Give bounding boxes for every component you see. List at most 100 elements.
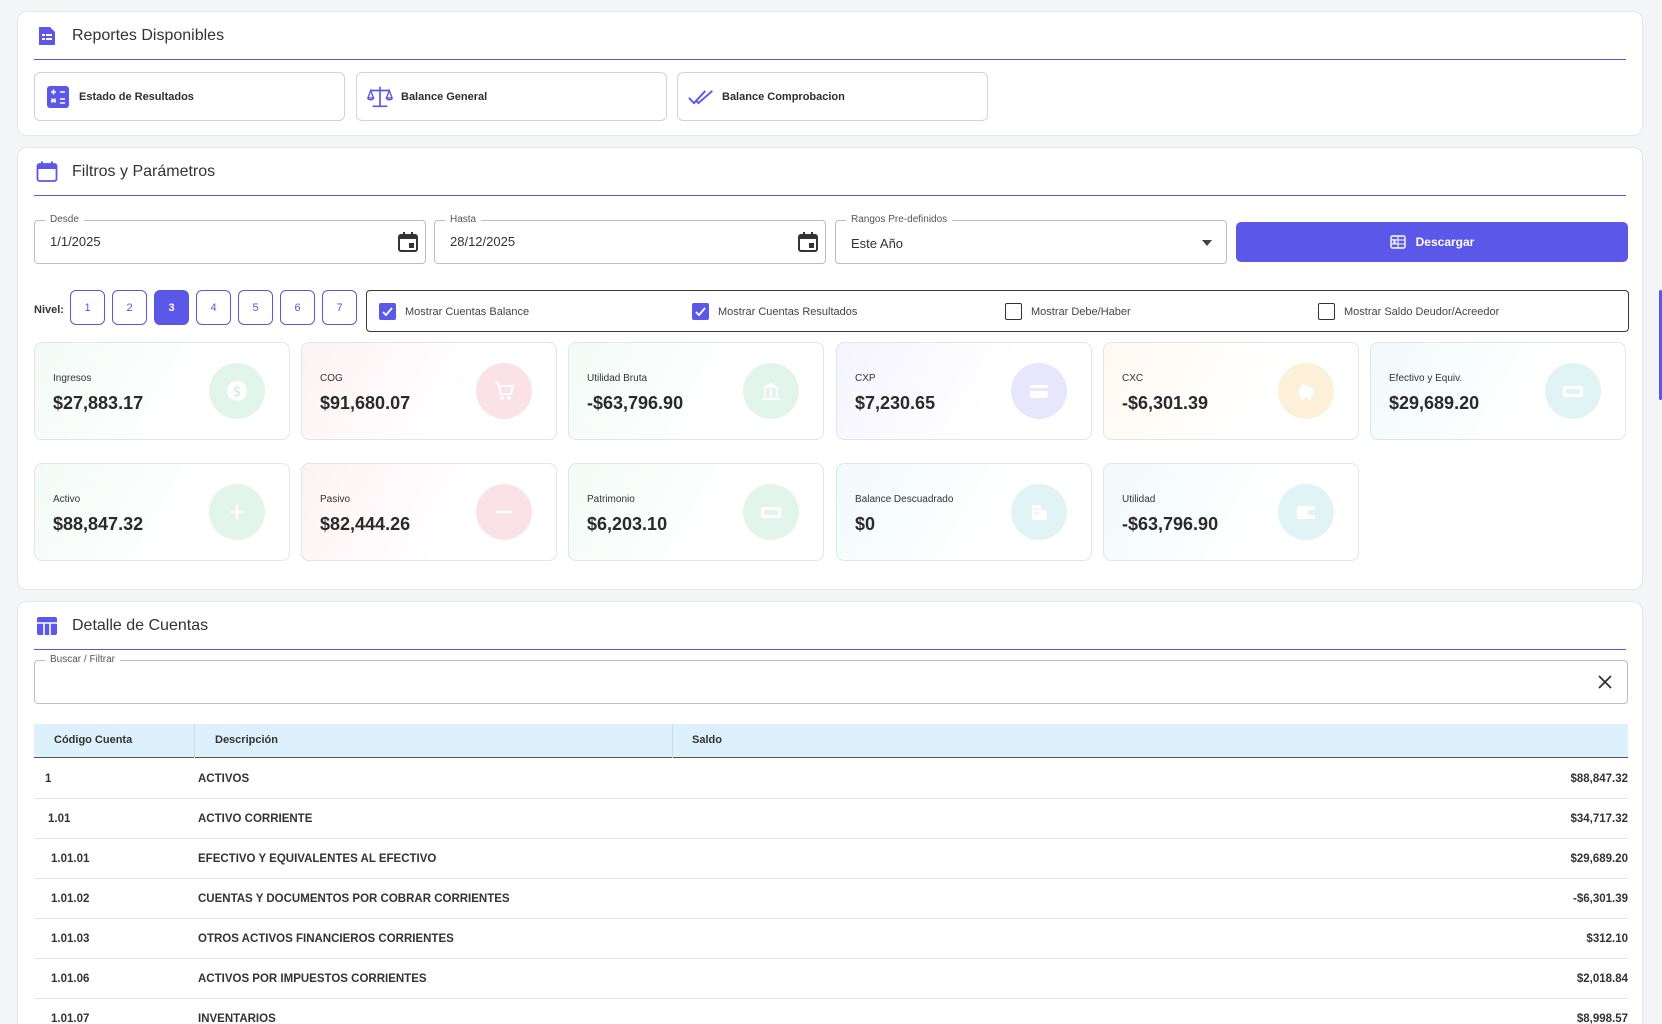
- kpi-label: Patrimonio: [587, 494, 635, 505]
- kpi-value: $6,203.10: [587, 514, 668, 534]
- level-button-5[interactable]: 5: [238, 290, 273, 325]
- checkbox-label: Mostrar Debe/Haber: [1031, 305, 1131, 318]
- chevron-down-icon[interactable]: [1202, 240, 1212, 246]
- search-input[interactable]: Buscar / Filtrar: [34, 654, 1628, 704]
- kpi-value: -$6,301.39: [1122, 393, 1209, 413]
- document-icon: [34, 23, 60, 49]
- desde-label: Desde: [45, 214, 84, 225]
- table-icon: [34, 613, 60, 639]
- table-row[interactable]: 1.01.03 OTROS ACTIVOS FINANCIEROS CORRIE…: [34, 919, 1628, 959]
- checkbox-cuentas-balance[interactable]: Mostrar Cuentas Balance: [379, 303, 529, 320]
- piggy-bank-icon: [1278, 363, 1334, 419]
- level-button-6[interactable]: 6: [280, 290, 315, 325]
- checkbox-label: Mostrar Cuentas Resultados: [718, 305, 858, 318]
- column-header-codigo[interactable]: Código Cuenta: [54, 734, 132, 746]
- kpi-cxc: CXC -$6,301.39: [1103, 342, 1359, 440]
- reports-title: Reportes Disponibles: [72, 26, 225, 44]
- plus-icon: [209, 484, 265, 540]
- kpi-label: Utilidad Bruta: [587, 373, 648, 384]
- table-row[interactable]: 1.01.06 ACTIVOS POR IMPUESTOS CORRIENTES…: [34, 959, 1628, 999]
- checkbox-saldo-deudor-acreedor[interactable]: Mostrar Saldo Deudor/Acreedor: [1318, 303, 1499, 320]
- table-row[interactable]: 1.01.07 INVENTARIOS $8,998.57: [34, 999, 1628, 1024]
- cell-desc: ACTIVOS: [198, 773, 250, 785]
- kpi-label: CXP: [855, 373, 876, 384]
- cell-saldo: $312.10: [1586, 933, 1628, 945]
- hasta-value: 28/12/2025: [450, 234, 516, 249]
- report-balance-general-button[interactable]: Balance General: [356, 72, 667, 121]
- checkbox-unchecked-icon[interactable]: [1318, 303, 1335, 320]
- search-label: Buscar / Filtrar: [45, 654, 121, 665]
- report-balance-comprobacion-button[interactable]: Balance Comprobacion: [677, 72, 988, 121]
- options-checkbox-group: Mostrar Cuentas Balance Mostrar Cuentas …: [366, 290, 1629, 332]
- calendar-icon: [34, 159, 60, 185]
- kpi-balance-descuadrado: Balance Descuadrado $0: [836, 463, 1092, 561]
- kpi-label: Utilidad: [1122, 494, 1156, 505]
- rangos-label: Rangos Pre-definidos: [846, 214, 953, 225]
- cell-code: 1.01.03: [51, 933, 90, 945]
- download-button[interactable]: Descargar: [1236, 222, 1628, 262]
- cell-code: 1.01.07: [51, 1013, 90, 1024]
- kpi-value: $82,444.26: [320, 514, 411, 534]
- checkbox-label: Mostrar Cuentas Balance: [405, 305, 530, 318]
- table-row[interactable]: 1 ACTIVOS $88,847.32: [34, 759, 1628, 799]
- filters-header: Filtros y Parámetros: [34, 148, 1626, 196]
- level-button-1[interactable]: 1: [70, 290, 105, 325]
- kpi-value: $29,689.20: [1389, 393, 1480, 413]
- kpi-label: CXC: [1122, 373, 1144, 384]
- report-label: Estado de Resultados: [79, 90, 194, 103]
- cell-code: 1.01.01: [51, 853, 90, 865]
- checkbox-unchecked-icon[interactable]: [1005, 303, 1022, 320]
- cell-code: 1.01: [48, 813, 71, 825]
- reports-header: Reportes Disponibles: [34, 12, 1626, 60]
- kpi-utilidad: Utilidad -$63,796.90: [1103, 463, 1359, 561]
- checkbox-checked-icon[interactable]: [692, 303, 709, 320]
- cash-icon: [743, 484, 799, 540]
- level-button-2[interactable]: 2: [112, 290, 147, 325]
- desde-value: 1/1/2025: [50, 234, 101, 249]
- credit-card-icon: [1011, 363, 1067, 419]
- kpi-cxp: CXP $7,230.65: [836, 342, 1092, 440]
- cell-saldo: $34,717.32: [1570, 813, 1628, 825]
- double-check-icon: [688, 84, 714, 110]
- table-row[interactable]: 1.01.01 EFECTIVO Y EQUIVALENTES AL EFECT…: [34, 839, 1628, 879]
- level-button-7[interactable]: 7: [322, 290, 357, 325]
- table-row[interactable]: 1.01 ACTIVO CORRIENTE $34,717.32: [34, 799, 1628, 839]
- wallet-icon: [1278, 484, 1334, 540]
- report-label: Balance General: [401, 90, 488, 103]
- checkbox-cuentas-resultados[interactable]: Mostrar Cuentas Resultados: [692, 303, 857, 320]
- kpi-label: Activo: [53, 494, 81, 505]
- report-estado-resultados-button[interactable]: Estado de Resultados: [34, 72, 345, 121]
- column-header-saldo[interactable]: Saldo: [692, 734, 722, 746]
- level-button-4[interactable]: 4: [196, 290, 231, 325]
- checkbox-debe-haber[interactable]: Mostrar Debe/Haber: [1005, 303, 1131, 320]
- cell-code: 1: [45, 773, 52, 785]
- kpi-activo: Activo $88,847.32: [34, 463, 290, 561]
- checkbox-checked-icon[interactable]: [379, 303, 396, 320]
- cell-saldo: -$6,301.39: [1573, 893, 1628, 905]
- kpi-value: $91,680.07: [320, 393, 411, 413]
- calendar-picker-icon[interactable]: [397, 231, 419, 253]
- kpi-value: -$63,796.90: [587, 393, 684, 413]
- rangos-select[interactable]: Rangos Pre-definidos Este Año: [835, 214, 1227, 264]
- kpi-value: $27,883.17: [53, 393, 144, 413]
- hasta-date-field[interactable]: Hasta 28/12/2025: [434, 214, 826, 264]
- cell-desc: INVENTARIOS: [198, 1013, 276, 1024]
- cell-saldo: $8,998.57: [1576, 1013, 1628, 1024]
- cell-desc: ACTIVO CORRIENTE: [198, 813, 313, 825]
- filters-title: Filtros y Parámetros: [72, 162, 216, 180]
- calculator-icon: [45, 84, 71, 110]
- kpi-label: Ingresos: [53, 373, 92, 384]
- calendar-picker-icon[interactable]: [797, 231, 819, 253]
- column-header-descripcion[interactable]: Descripción: [215, 734, 278, 746]
- cell-code: 1.01.02: [51, 893, 90, 905]
- desde-date-field[interactable]: Desde 1/1/2025: [34, 214, 426, 264]
- close-icon[interactable]: [1597, 674, 1613, 690]
- kpi-ingresos: Ingresos $27,883.17 $: [34, 342, 290, 440]
- table-row[interactable]: 1.01.02 CUENTAS Y DOCUMENTOS POR COBRAR …: [34, 879, 1628, 919]
- level-button-3[interactable]: 3: [154, 290, 189, 325]
- cell-saldo: $2,018.84: [1576, 973, 1628, 985]
- cell-desc: EFECTIVO Y EQUIVALENTES AL EFECTIVO: [198, 853, 437, 865]
- cell-desc: ACTIVOS POR IMPUESTOS CORRIENTES: [198, 973, 427, 985]
- checkbox-label: Mostrar Saldo Deudor/Acreedor: [1344, 305, 1500, 318]
- cell-saldo: $29,689.20: [1570, 853, 1628, 865]
